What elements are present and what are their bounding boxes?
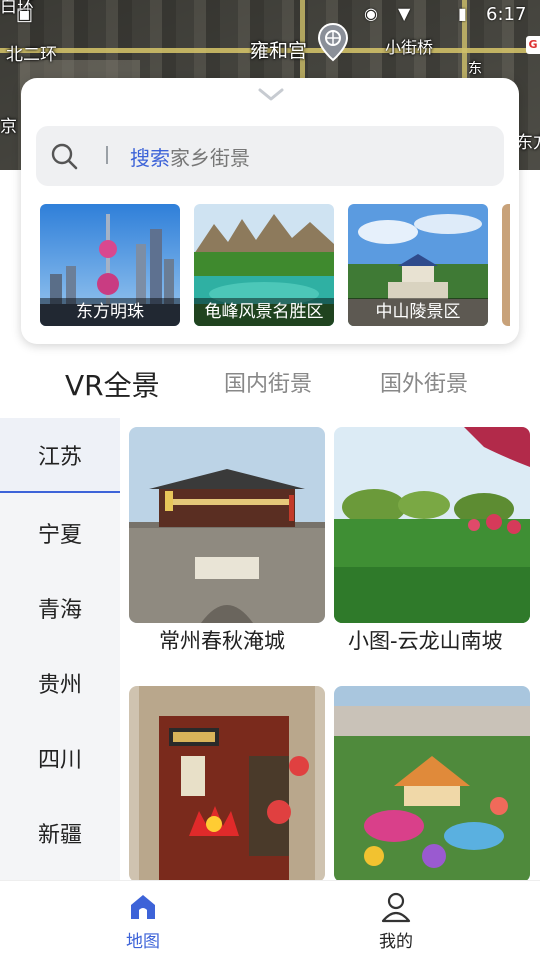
province-item-xinjiang[interactable]: 新疆 (0, 795, 120, 870)
nav-mine[interactable]: 我的 (356, 891, 436, 952)
nav-map[interactable]: 地图 (103, 891, 183, 952)
province-list: 江苏 宁夏 青海 贵州 四川 新疆 (0, 418, 120, 880)
featured-item[interactable]: 龟峰风景名胜区 (194, 204, 334, 326)
province-item-ningxia[interactable]: 宁夏 (0, 495, 120, 570)
search-input[interactable]: 搜索家乡街景 (36, 126, 504, 186)
panorama-card[interactable] (334, 427, 530, 623)
nav-map-label: 地图 (126, 932, 160, 952)
map-provider-logo: G (526, 36, 540, 54)
search-card: 搜索家乡街景 东方明珠 龟峰风景名胜区 中山陵景区 (21, 78, 519, 344)
search-placeholder-rest: 家乡街景 (170, 146, 250, 170)
province-item-qinghai[interactable]: 青海 (0, 570, 120, 645)
status-time: 6:17 (486, 4, 527, 25)
map-label-beierhuan: 北二环 (6, 45, 57, 65)
panorama-image (129, 427, 325, 623)
user-icon (381, 892, 411, 923)
panorama-title: 常州春秋淹城 (159, 629, 285, 653)
bottom-navigation: 地图 我的 (0, 880, 540, 960)
tab-vr-panorama[interactable]: VR全景 (65, 364, 160, 404)
panorama-card[interactable] (129, 427, 325, 623)
location-status-icon: ◉ (364, 4, 378, 23)
panorama-card[interactable] (129, 686, 325, 882)
map-label-right-top: 东 (468, 61, 482, 77)
featured-carousel[interactable]: 东方明珠 龟峰风景名胜区 中山陵景区 (40, 204, 510, 326)
tab-foreign-street[interactable]: 国外街景 (380, 366, 468, 398)
panorama-image (334, 686, 530, 882)
battery-status-icon: ▮ (458, 4, 467, 23)
tab-domestic-street[interactable]: 国内街景 (224, 366, 312, 398)
home-map-icon (131, 895, 155, 919)
panorama-image (334, 427, 530, 623)
province-item-guizhou[interactable]: 贵州 (0, 645, 120, 720)
search-divider (106, 146, 108, 164)
status-icon-left: ▣ (16, 4, 34, 25)
search-placeholder-highlight: 搜索 (130, 146, 170, 170)
map-label-yonghegong: 雍和宫 (250, 40, 308, 62)
panorama-card[interactable] (334, 686, 530, 882)
panorama-title: 小图-云龙山南坡 (348, 629, 503, 653)
nav-mine-label: 我的 (379, 932, 413, 952)
featured-caption: 龟峰风景名胜区 (194, 298, 334, 326)
map-label-left-edge: 京 (0, 117, 17, 137)
search-icon (51, 143, 78, 170)
chevron-down-icon[interactable] (257, 84, 285, 106)
featured-item[interactable]: 中山陵景区 (348, 204, 488, 326)
featured-item[interactable]: 东方明珠 (40, 204, 180, 326)
featured-caption: 东方明珠 (40, 298, 180, 326)
search-placeholder: 搜索家乡街景 (130, 142, 250, 171)
province-item-jiangsu[interactable]: 江苏 (0, 418, 120, 493)
place-pin-icon[interactable] (317, 22, 349, 62)
featured-item-partial[interactable] (502, 204, 510, 326)
panorama-image (129, 686, 325, 882)
province-item-sichuan[interactable]: 四川 (0, 720, 120, 795)
map-label-right-edge: 东方 (516, 133, 540, 153)
map-label-xiaojieqiao: 小街桥 (385, 38, 434, 57)
featured-caption: 中山陵景区 (348, 298, 488, 326)
signal-status-icon: ▼ (398, 4, 411, 23)
